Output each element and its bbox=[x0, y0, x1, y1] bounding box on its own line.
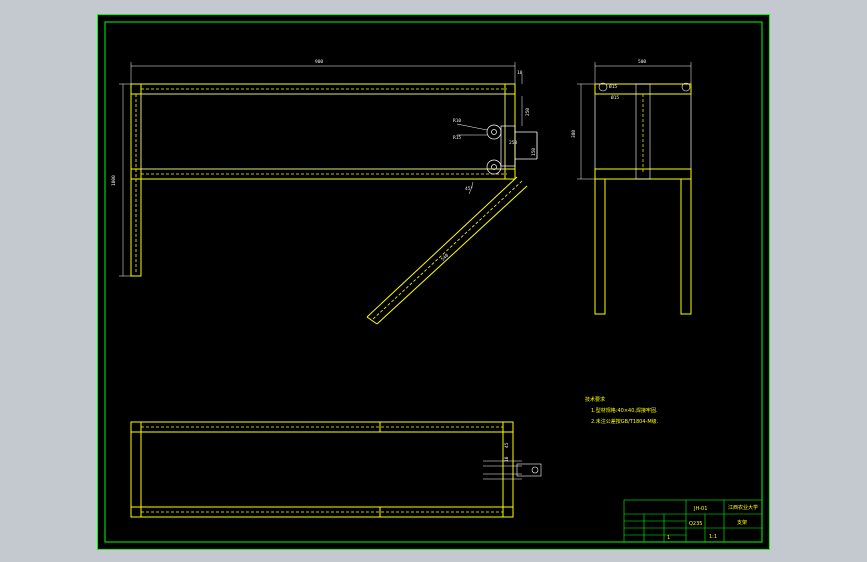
dim-plan-b: 10 bbox=[504, 456, 510, 462]
dim-hole-d: R15 bbox=[453, 135, 461, 141]
dim-bracket-a: 250 bbox=[509, 140, 517, 146]
dim-top-right-small: 10 bbox=[517, 70, 523, 76]
title-drawing-no: JH-01 bbox=[693, 506, 707, 512]
dim-front-height: 1000 bbox=[111, 175, 117, 186]
dim-side-hole-a: Ø15 bbox=[609, 83, 617, 90]
technical-notes: 技术要求 1.型材规格:40×40,焊接牢固. 2.未注公差按GB/T1804-… bbox=[585, 396, 659, 425]
front-view bbox=[130, 83, 538, 325]
sheet-outer-border bbox=[97, 14, 770, 550]
notes-line-2: 2.未注公差按GB/T1804-M级. bbox=[591, 418, 659, 425]
cad-drawing: 900 1000 10 250 R10 R15 250 150 45° 540 … bbox=[97, 14, 770, 550]
side-view bbox=[594, 82, 692, 315]
plan-view bbox=[130, 421, 542, 518]
dim-bracket-b: 150 bbox=[531, 148, 537, 156]
title-material: Q235 bbox=[689, 521, 702, 527]
dim-side-hole-b: Ø15 bbox=[611, 94, 619, 101]
notes-title: 技术要求 bbox=[585, 396, 605, 403]
dim-front-length: 900 bbox=[315, 59, 323, 65]
title-sheet: 1 bbox=[667, 535, 670, 541]
title-part-name: 支架 bbox=[737, 519, 747, 526]
dim-plan-a: 45 bbox=[504, 442, 510, 448]
diagonal-brace bbox=[366, 176, 528, 325]
dim-angle: 45° bbox=[465, 186, 473, 192]
title-school: 江西农业大学 bbox=[728, 504, 758, 511]
hinge-bracket bbox=[486, 124, 538, 175]
dim-brace-len: 540 bbox=[440, 252, 450, 262]
dim-offset-250: 250 bbox=[525, 108, 531, 116]
dim-side-width: 500 bbox=[638, 59, 646, 65]
side-left-leg bbox=[594, 178, 606, 315]
dim-hole-r: R10 bbox=[453, 118, 461, 124]
drawing-canvas[interactable]: 900 1000 10 250 R10 R15 250 150 45° 540 … bbox=[97, 14, 770, 550]
dim-side-height: 380 bbox=[571, 130, 577, 138]
side-right-leg bbox=[680, 178, 692, 315]
notes-line-1: 1.型材规格:40×40,焊接牢固. bbox=[591, 407, 658, 414]
right-post bbox=[504, 83, 516, 180]
plan-hinge bbox=[483, 460, 542, 480]
title-scale: 1:1 bbox=[709, 534, 717, 540]
side-dimensions bbox=[577, 62, 692, 180]
sheet-inner-border bbox=[104, 21, 763, 543]
inner-panel bbox=[140, 93, 506, 170]
